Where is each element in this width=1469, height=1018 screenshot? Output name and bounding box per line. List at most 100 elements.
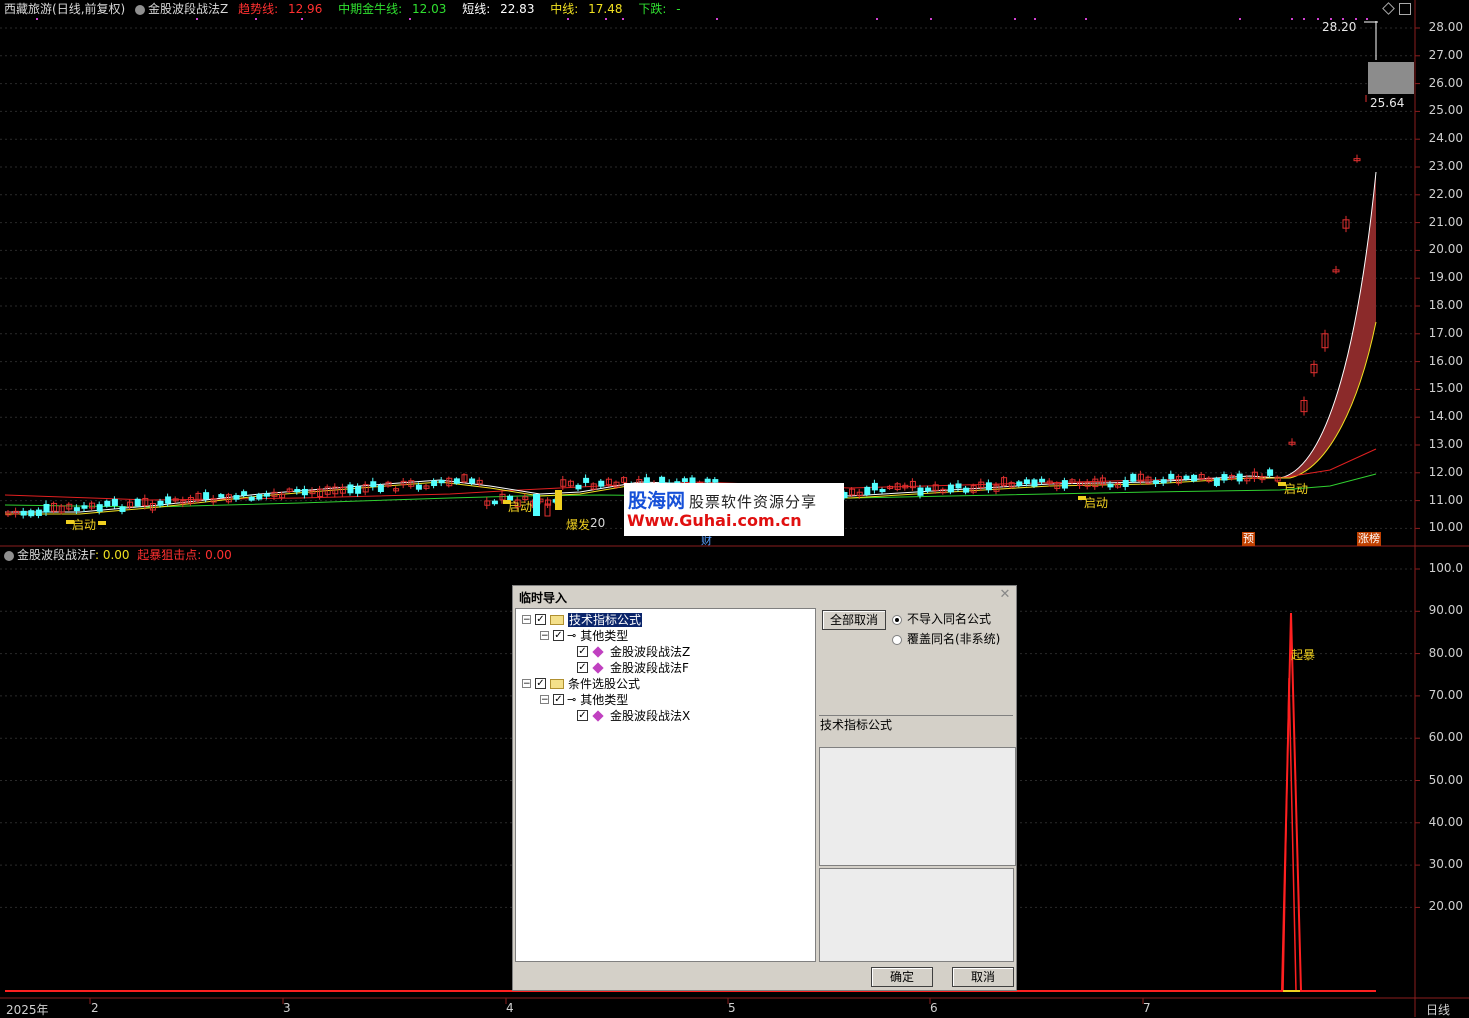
mid-value: 12.03: [412, 2, 447, 16]
formula-name[interactable]: 金股波段战法Z: [148, 2, 228, 16]
rally-band: [1280, 172, 1376, 478]
purple-dot: [1291, 18, 1293, 20]
sub-tick-label: 70.00: [1428, 687, 1463, 702]
candle-body: [1191, 474, 1198, 482]
radio-skip-same-name[interactable]: 不导入同名公式: [892, 610, 991, 627]
candle-body: [453, 478, 460, 484]
short-label: 短线:: [462, 2, 491, 16]
checkbox[interactable]: ✓: [553, 630, 564, 641]
dialog-titlebar[interactable]: 临时导入 ✕: [513, 586, 1016, 606]
tree-label[interactable]: 其他类型: [580, 629, 628, 643]
candle-body: [347, 484, 354, 494]
tree-label[interactable]: 其他类型: [580, 693, 628, 707]
sub-tick-label: 100.0: [1428, 561, 1463, 575]
sub-formula-name[interactable]: 金股波段战法F: [17, 548, 95, 562]
sub-chart-title: 金股波段战法F: 0.00 起暴狙击点: 0.00: [4, 547, 232, 563]
tree-label[interactable]: 技术指标公式: [568, 612, 643, 627]
checkbox[interactable]: ✓: [577, 662, 588, 673]
dialog-title: 临时导入: [519, 591, 568, 605]
current-price-label: 25.64: [1370, 96, 1405, 110]
sub-tick-label: 50.00: [1428, 772, 1463, 787]
candle-body: [104, 500, 111, 507]
purple-dot: [36, 18, 38, 20]
price-tick-label: 27.00: [1428, 47, 1463, 62]
candle-body: [1183, 475, 1190, 480]
tree-node-formula-x[interactable]: ✓ 金股波段战法X: [573, 707, 690, 723]
ok-button[interactable]: 确定: [871, 967, 933, 987]
signal-qidong-1: 启动: [72, 518, 97, 532]
tree-node-selection-folder[interactable]: − ✓ 条件选股公式: [522, 675, 640, 691]
down-label: 下跌:: [638, 2, 667, 16]
tree-label[interactable]: 条件选股公式: [568, 677, 640, 691]
date-month-7: 7: [1143, 1001, 1151, 1015]
sub-formula-value: : 0.00: [94, 548, 130, 562]
candle-body: [1153, 480, 1160, 484]
tree-node-indicator-folder[interactable]: − ✓ 技术指标公式: [522, 611, 643, 627]
tree-node-other-type-1[interactable]: − ✓ ⊸ 其他类型: [540, 627, 628, 643]
formula-menu-icon[interactable]: [135, 4, 146, 15]
candle-body: [111, 498, 118, 506]
tree-label[interactable]: 金股波段战法Z: [610, 645, 690, 659]
candle-body: [555, 490, 562, 510]
candle-body: [119, 506, 126, 512]
period-label[interactable]: 日线: [1426, 1001, 1450, 1018]
tree-node-formula-f[interactable]: ✓ 金股波段战法F: [573, 659, 689, 675]
date-year: 2025年: [6, 1003, 49, 1017]
tree-label[interactable]: 金股波段战法X: [610, 709, 690, 723]
midline-label: 中线:: [550, 2, 579, 16]
checkbox[interactable]: ✓: [535, 614, 546, 625]
key-icon: ⊸: [567, 692, 577, 706]
sub-formula-menu-icon[interactable]: [4, 550, 14, 561]
formula-diamond-icon: [592, 645, 604, 658]
collapse-icon[interactable]: −: [540, 631, 549, 641]
signal-yu-badge[interactable]: 预: [1242, 532, 1255, 546]
signal-qidong-2: 启动: [508, 500, 533, 514]
candle-body: [203, 492, 210, 500]
checkbox[interactable]: ✓: [535, 678, 546, 689]
radio-unselected-icon[interactable]: [892, 634, 902, 645]
tree-node-other-type-2[interactable]: − ✓ ⊸ 其他类型: [540, 691, 628, 707]
date-month-2: 2: [91, 1001, 99, 1015]
watermark: 股海网 股票软件资源分享 Www.Guhai.com.cn: [624, 483, 844, 536]
formula-tree[interactable]: − ✓ 技术指标公式 − ✓ ⊸ 其他类型 ✓ 金股波段战法Z ✓ 金股波段战法F − ✓ 条件选…: [515, 608, 816, 962]
candle-body: [294, 489, 301, 493]
import-dialog: 临时导入 ✕ − ✓ 技术指标公式 − ✓ ⊸ 其他类型 ✓ 金股波段战法Z ✓ 金股波段战法…: [512, 585, 1017, 991]
signal-qibao: 起暴: [1291, 648, 1316, 662]
close-icon[interactable]: ✕: [998, 588, 1012, 602]
tree-node-formula-z[interactable]: ✓ 金股波段战法Z: [573, 643, 690, 659]
candle-body: [28, 510, 35, 517]
radio-selected-icon[interactable]: [892, 614, 902, 625]
date-month-5: 5: [728, 1001, 736, 1015]
checkbox[interactable]: ✓: [577, 646, 588, 657]
candle-body: [438, 479, 445, 484]
signal-qidong-3: 启动: [1084, 496, 1109, 510]
radio-overwrite[interactable]: 覆盖同名(非系统): [892, 630, 1000, 647]
tree-label[interactable]: 金股波段战法F: [610, 661, 689, 675]
purple-dot: [196, 18, 198, 20]
description-panel[interactable]: [819, 747, 1016, 866]
collapse-icon[interactable]: −: [522, 615, 531, 625]
candle-body: [301, 488, 308, 496]
purple-dot: [1239, 18, 1241, 20]
signal-baofa-value: 20: [590, 516, 606, 530]
collapse-icon[interactable]: −: [540, 695, 549, 705]
sub-tick-label: 40.00: [1428, 814, 1463, 829]
price-tick-label: 17.00: [1428, 325, 1463, 340]
parameter-panel[interactable]: [819, 868, 1014, 962]
checkbox[interactable]: ✓: [577, 710, 588, 721]
date-month-3: 3: [283, 1001, 291, 1015]
cancel-all-button[interactable]: 全部取消: [822, 610, 886, 630]
candle-body: [1122, 480, 1129, 488]
last-candle-box: [1368, 62, 1414, 94]
price-tick-label: 28.00: [1428, 20, 1463, 34]
cancel-button[interactable]: 取消: [952, 967, 1014, 987]
radio-overwrite-label: 覆盖同名(非系统): [907, 632, 1001, 646]
signal-zhangting-badge[interactable]: 涨榜: [1357, 532, 1381, 546]
candle-body: [575, 484, 582, 490]
collapse-icon[interactable]: −: [522, 679, 531, 689]
formula-diamond-icon: [592, 709, 604, 722]
stock-name[interactable]: 西藏旅游: [4, 2, 52, 16]
checkbox[interactable]: ✓: [553, 694, 564, 705]
window-toggle-icon[interactable]: [1399, 3, 1411, 15]
price-tick-label: 24.00: [1428, 131, 1463, 146]
